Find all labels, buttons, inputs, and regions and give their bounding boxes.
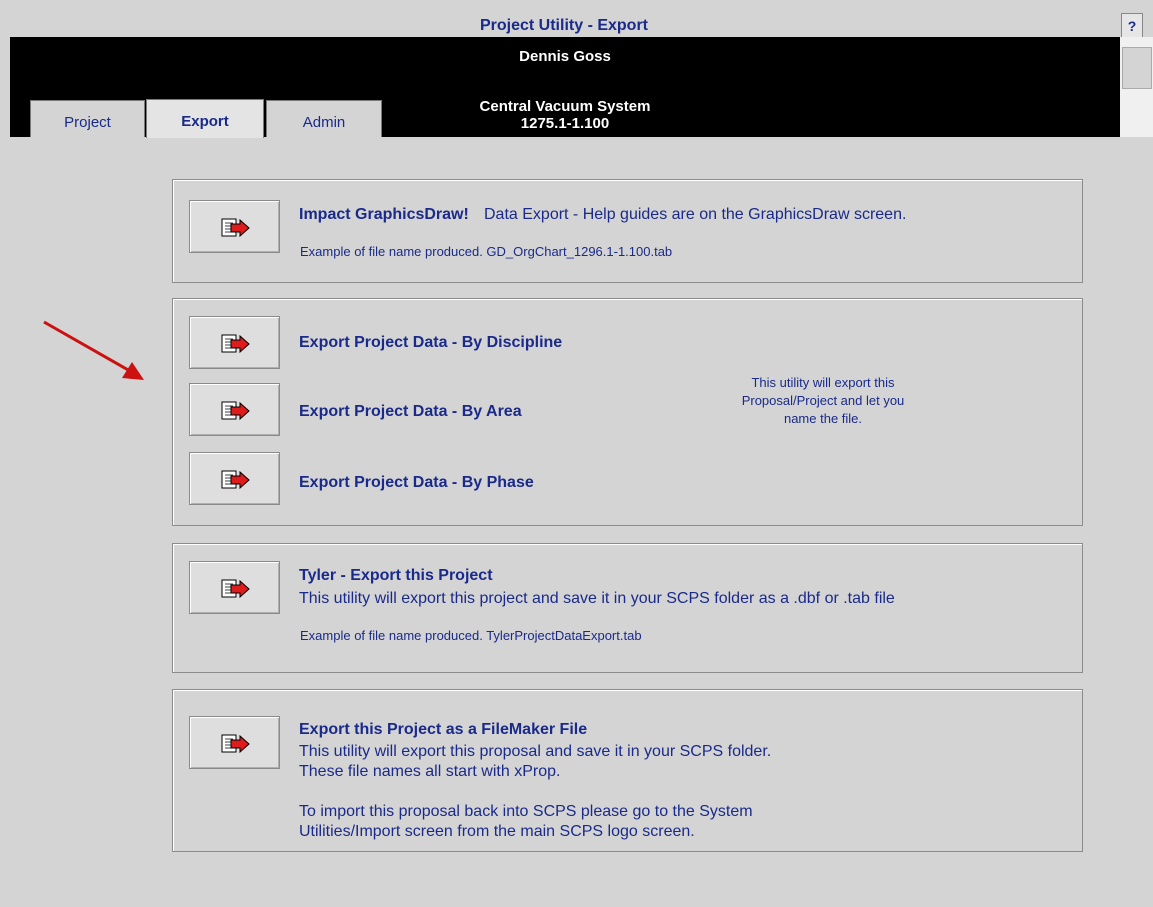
export-by-phase-button[interactable] xyxy=(189,452,280,505)
filemaker-export-button[interactable] xyxy=(189,716,280,769)
filemaker-title: Export this Project as a FileMaker File xyxy=(299,721,588,738)
export-by-discipline-label: Export Project Data - By Discipline xyxy=(299,334,563,351)
tyler-section xyxy=(172,543,1083,673)
tyler-title: Tyler - Export this Project xyxy=(299,567,493,584)
export-arrow-icon xyxy=(221,334,250,354)
export-by-area-label: Export Project Data - By Area xyxy=(299,403,522,420)
project-heading: Central Vacuum System 1275.1-1.100 xyxy=(420,98,710,132)
tyler-description: This utility will export this project an… xyxy=(299,590,895,607)
export-arrow-icon xyxy=(221,401,250,421)
tab-export[interactable]: Export xyxy=(146,99,264,138)
export-by-phase-label: Export Project Data - By Phase xyxy=(299,474,534,491)
project-name: Central Vacuum System xyxy=(479,98,651,115)
annotation-arrow-icon xyxy=(43,320,144,380)
project-number: 1275.1-1.100 xyxy=(520,115,610,132)
graphicsdraw-description: Data Export - Help guides are on the Gra… xyxy=(484,206,907,223)
tyler-example: Example of file name produced. TylerProj… xyxy=(300,628,642,643)
window-title: Project Utility - Export xyxy=(10,16,1118,36)
export-by-discipline-button[interactable] xyxy=(189,316,280,369)
tab-admin[interactable]: Admin xyxy=(266,100,382,137)
user-name: Dennis Goss xyxy=(519,48,611,65)
tyler-export-button[interactable] xyxy=(189,561,280,614)
export-arrow-icon xyxy=(221,734,250,754)
graphicsdraw-title: Impact GraphicsDraw! xyxy=(299,206,469,223)
project-export-note: This utility will export this Proposal/P… xyxy=(741,375,905,426)
graphicsdraw-example: Example of file name produced. GD_OrgCha… xyxy=(300,244,673,259)
filemaker-description: This utility will export this proposal a… xyxy=(299,743,772,840)
export-arrow-icon xyxy=(221,218,250,238)
export-arrow-icon xyxy=(221,579,250,599)
export-arrow-icon xyxy=(221,470,250,490)
tab-project[interactable]: Project xyxy=(30,100,145,137)
graphicsdraw-export-button[interactable] xyxy=(189,200,280,253)
side-button[interactable] xyxy=(1122,47,1152,89)
export-window: Project Utility - Export ? Dennis Goss C… xyxy=(0,0,1153,907)
graphicsdraw-section xyxy=(172,179,1083,283)
help-button[interactable]: ? xyxy=(1121,13,1143,39)
export-by-area-button[interactable] xyxy=(189,383,280,436)
